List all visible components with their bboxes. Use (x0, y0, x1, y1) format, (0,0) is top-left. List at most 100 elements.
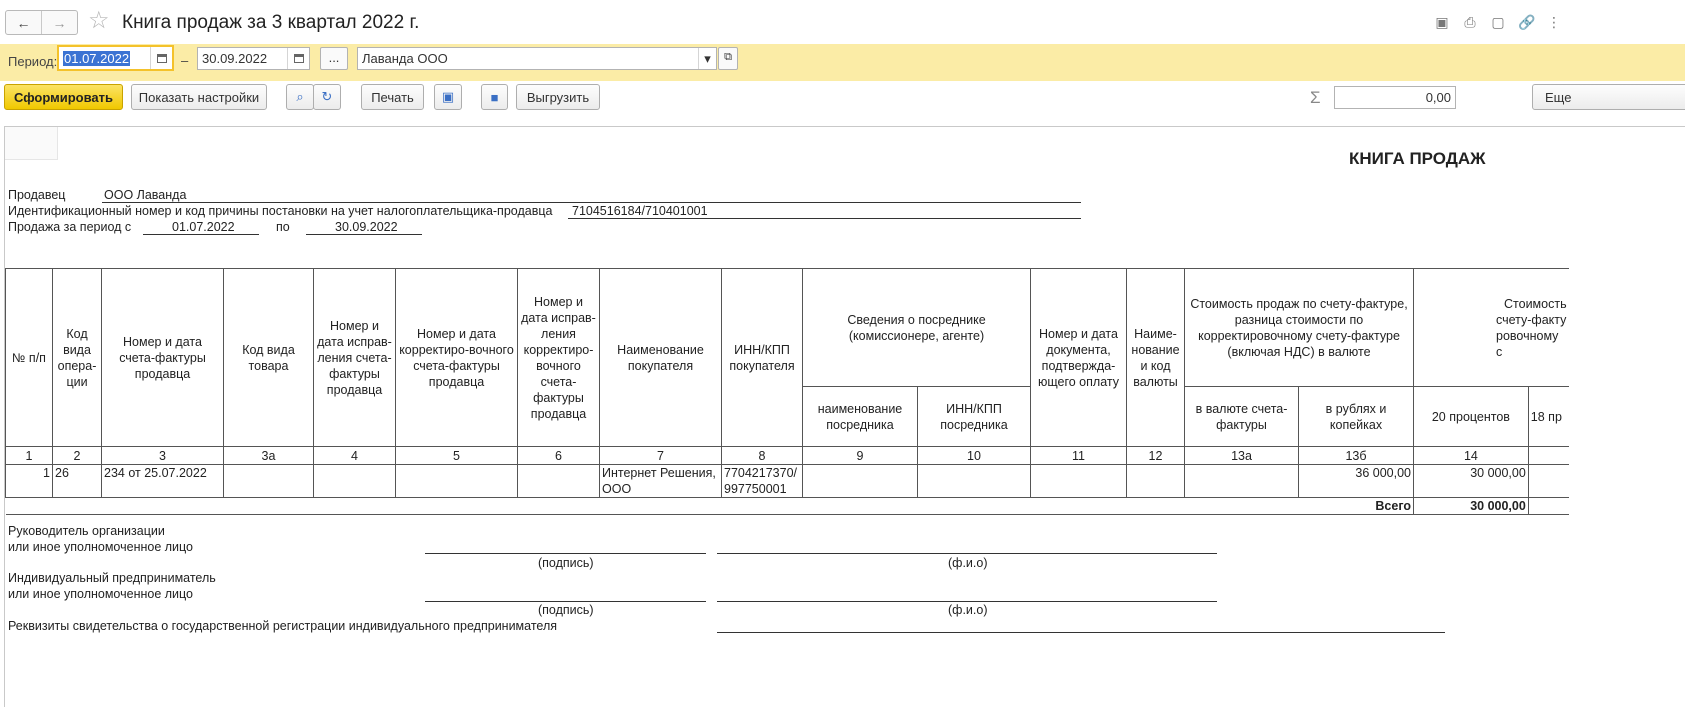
report-period-to: 30.09.2022 (335, 220, 398, 234)
sum-value: 0,00 (1425, 90, 1451, 105)
sum-icon: Σ (1310, 88, 1321, 107)
header-c4: Номер и дата исправ-ления счета-фактуры … (313, 268, 396, 447)
cell-invoice: 234 от 25.07.2022 (101, 464, 224, 498)
header-c14: 20 процентов (1413, 386, 1529, 447)
link-icon[interactable]: 🔗 (1518, 14, 1535, 30)
forward-arrow-icon[interactable]: → (41, 11, 77, 34)
header-c7: Наименование покупателя (599, 268, 722, 447)
header-c6: Номер и дата исправ-ления корректиро-воч… (517, 268, 600, 447)
column-number (1527, 446, 1569, 465)
column-number: 9 (802, 446, 918, 465)
header-c9: наименование посредника (802, 386, 918, 447)
period-label: Период: (8, 54, 58, 69)
period-to-value: 30.09.2022 (202, 51, 268, 66)
print-button[interactable]: Печать (361, 84, 424, 110)
period-from-value: 01.07.2022 (63, 51, 131, 66)
more-button[interactable]: Еще (1532, 84, 1685, 110)
ip-label-line1: Индивидуальный предприниматель (8, 571, 216, 585)
cell-currency (1126, 464, 1185, 498)
header-c10: ИНН/КПП посредника (917, 386, 1031, 447)
choose-period-button[interactable]: ... (320, 47, 348, 70)
organization-value: Лаванда ООО (362, 51, 448, 66)
ip-fio-caption: (ф.и.о) (948, 603, 988, 617)
header-group-14-line3: ровочному с (1496, 328, 1559, 359)
cell-base-20: 30 000,00 (1413, 464, 1529, 498)
search-refresh-icon[interactable]: ↻ (313, 84, 341, 110)
cell-sum-rub: 36 000,00 (1298, 464, 1414, 498)
header-group-13: Стоимость продаж по счету-фактуре, разни… (1184, 268, 1414, 387)
total-label: Всего (5, 497, 1414, 515)
column-number: 7 (599, 446, 722, 465)
seller-value: ООО Лаванда (104, 188, 187, 202)
table-row[interactable]: 1 26 234 от 25.07.2022 Интернет Решения,… (5, 464, 1569, 498)
cell-sum-currency (1184, 464, 1299, 498)
sum-field: 0,00 (1334, 86, 1456, 109)
report-heading: КНИГА ПРОДАЖ (1349, 149, 1486, 168)
column-number: 10 (917, 446, 1031, 465)
report-area[interactable]: КНИГА ПРОДАЖ Продавец ООО Лаванда Иденти… (4, 126, 1685, 707)
header-c11: Номер и дата документа, подтвержда-ющего… (1030, 268, 1127, 447)
column-number: 5 (395, 446, 518, 465)
column-number: 1 (5, 446, 53, 465)
column-number: 11 (1030, 446, 1127, 465)
period-dash: – (181, 53, 189, 68)
print-preview-icon[interactable]: ▣ (434, 84, 462, 110)
head-label-line2: или иное уполномоченное лицо (8, 540, 194, 554)
header-c2: Код вида опера-ции (52, 268, 102, 447)
window-title: Книга продаж за 3 квартал 2022 г. (122, 12, 420, 33)
save-icon[interactable]: ■ (481, 84, 508, 110)
period-from-label: Продажа за период с (8, 220, 132, 234)
show-settings-button[interactable]: Показать настройки (131, 84, 267, 110)
period-from-input[interactable]: 01.07.2022 (57, 45, 174, 71)
header-c13a: в валюте счета-фактуры (1184, 386, 1299, 447)
report-period-from: 01.07.2022 (172, 220, 235, 234)
inn-underline (568, 218, 1081, 219)
search-icon[interactable]: ⌕ (286, 84, 314, 110)
report-corner (5, 127, 58, 160)
head-label-line1: Руководитель организации (8, 524, 165, 538)
sales-book-table: № п/п Код вида опера-ции Номер и дата сч… (5, 268, 1569, 515)
chevron-down-icon[interactable]: ▾ (698, 48, 716, 69)
cell-operation-code: 26 (52, 464, 102, 498)
inn-value: 7104516184/710401001 (572, 204, 708, 218)
calendar-icon[interactable] (287, 48, 309, 69)
column-number: 13а (1184, 446, 1299, 465)
organization-select[interactable]: Лаванда ООО ▾ (357, 47, 717, 70)
preview-icon[interactable]: ▢ (1490, 14, 1506, 30)
seller-label: Продавец (8, 188, 66, 202)
cell-adjustment (395, 464, 518, 498)
export-button[interactable]: Выгрузить (516, 84, 600, 110)
back-arrow-icon[interactable]: ← (6, 11, 41, 34)
open-organization-icon[interactable]: ⧉ (718, 47, 738, 70)
cell-buyer: Интернет Решения, ООО (599, 464, 722, 498)
generate-button[interactable]: Сформировать (4, 84, 123, 110)
calendar-icon[interactable] (150, 47, 172, 69)
navigation-group: ← → (5, 10, 78, 35)
cell-base-18 (1527, 464, 1569, 498)
header-c13b: в рублях и копейках (1298, 386, 1414, 447)
header-c15: 18 пр (1527, 386, 1569, 447)
period-bar: Период: 01.07.2022 – 30.09.2022 ... Лава… (0, 44, 1685, 81)
column-number: 14 (1413, 446, 1529, 465)
column-number: 12 (1126, 446, 1185, 465)
cell-buyer-inn: 7704217370/ 997750001 (721, 464, 803, 498)
print-icon[interactable]: ⎙ (1462, 14, 1478, 30)
period-to-underline (306, 234, 422, 235)
column-number: 4 (313, 446, 396, 465)
cell-payment-doc (1030, 464, 1127, 498)
more-vertical-icon[interactable]: ⋮ (1546, 14, 1562, 30)
ip-label-line2: или иное уполномоченное лицо (8, 587, 194, 601)
header-group-14-line2: счету-факту (1496, 312, 1567, 327)
favorite-star-icon[interactable]: ☆ (88, 9, 110, 33)
total-base-20: 30 000,00 (1413, 497, 1529, 515)
ip-fio-line (717, 601, 1217, 602)
cell-agent-inn (917, 464, 1031, 498)
header-group-9: Сведения о посреднике (комиссионере, аге… (802, 268, 1031, 387)
total-base-18 (1527, 497, 1569, 515)
column-number: 2 (52, 446, 102, 465)
period-to-input[interactable]: 30.09.2022 (197, 47, 310, 70)
head-sign-line (425, 553, 706, 554)
save-icon[interactable]: ▣ (1434, 14, 1450, 30)
header-c12: Наиме-нование и код валюты (1126, 268, 1185, 447)
column-number: 8 (721, 446, 803, 465)
